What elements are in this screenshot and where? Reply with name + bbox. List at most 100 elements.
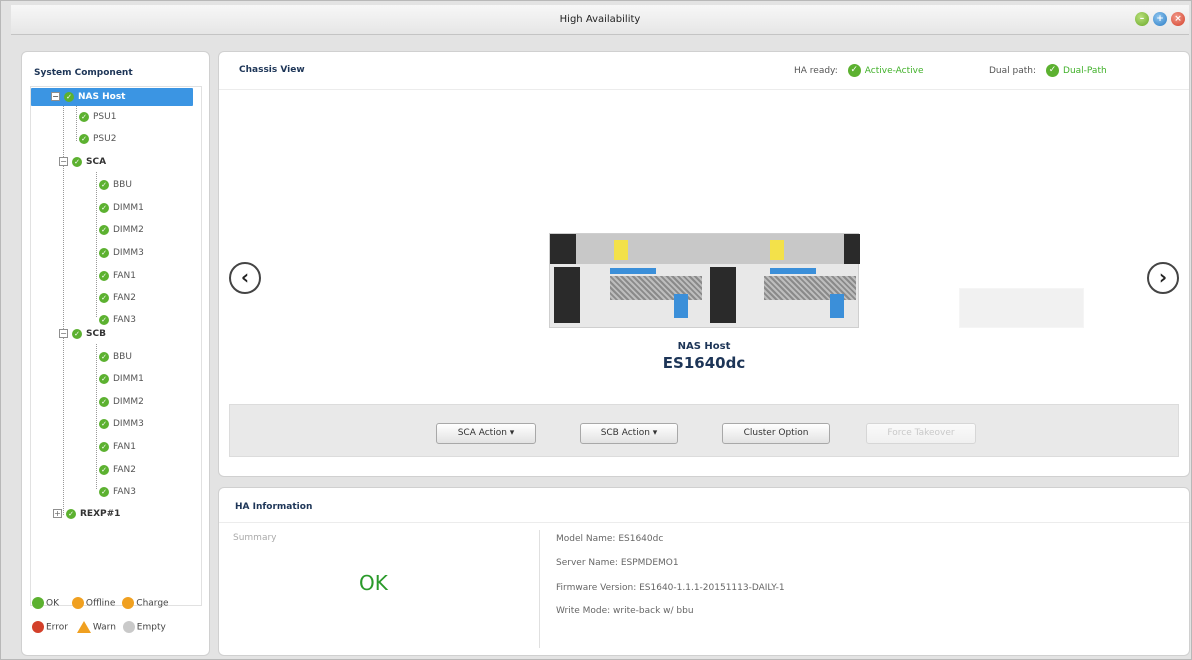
device-part	[674, 294, 688, 318]
collapse-icon[interactable]: −	[51, 92, 60, 101]
device-part	[614, 240, 628, 260]
tree-node-nas-host[interactable]: − ✓ NAS Host	[31, 88, 193, 106]
device-part	[830, 294, 844, 318]
tree-node-sca-fan2[interactable]: ✓ FAN2	[99, 289, 136, 307]
ok-status-icon: ✓	[847, 64, 861, 77]
tree-node-scb-dimm1[interactable]: ✓ DIMM1	[99, 370, 144, 388]
next-device-preview[interactable]	[959, 288, 1084, 328]
tree-node-label: DIMM3	[113, 248, 144, 258]
write-mode: Write Mode: write-back w/ bbu	[556, 606, 694, 616]
firmware-version: Firmware Version: ES1640-1.1.1-20151113-…	[556, 583, 785, 593]
collapse-icon[interactable]: −	[59, 329, 68, 338]
ok-legend-icon	[32, 597, 44, 609]
tree-node-label: SCB	[86, 329, 106, 339]
tree-node-psu2[interactable]: ✓ PSU2	[79, 130, 116, 148]
cluster-option-button[interactable]: Cluster Option	[722, 423, 830, 444]
tree-node-sca-dimm3[interactable]: ✓ DIMM3	[99, 244, 144, 262]
tree-node-scb-fan1[interactable]: ✓ FAN1	[99, 438, 136, 456]
tree-node-scb-dimm2[interactable]: ✓ DIMM2	[99, 393, 144, 411]
ok-status-icon: ✓	[1046, 64, 1060, 77]
next-arrow-icon[interactable]: ›	[1147, 262, 1179, 294]
legend-label: Warn	[92, 622, 116, 633]
tree-node-label: SCA	[86, 157, 107, 167]
tree-node-sca-dimm1[interactable]: ✓ DIMM1	[99, 199, 144, 217]
tree-node-label: DIMM3	[113, 419, 144, 429]
ha-ready-value: Active-Active	[864, 66, 924, 76]
tree-node-label: FAN1	[113, 271, 136, 281]
tree-node-label: BBU	[113, 352, 132, 362]
tree-node-sca-dimm2[interactable]: ✓ DIMM2	[99, 221, 144, 239]
tree-node-sca-fan1[interactable]: ✓ FAN1	[99, 267, 136, 285]
app-window: High Availability – + × System Component…	[0, 0, 1192, 660]
summary-label: Summary	[233, 533, 277, 543]
tree-node-scb-fan2[interactable]: ✓ FAN2	[99, 461, 136, 479]
device-part	[770, 240, 784, 260]
server-name: Server Name: ESPMDEMO1	[556, 558, 679, 568]
maximize-icon[interactable]: +	[1153, 12, 1167, 26]
title-bar: High Availability – + ×	[11, 5, 1189, 35]
legend-label: Offline	[85, 598, 116, 609]
ok-status-icon: ✓	[99, 373, 109, 384]
close-icon[interactable]: ×	[1171, 12, 1185, 26]
ok-status-icon: ✓	[99, 464, 109, 475]
ok-status-icon: ✓	[99, 247, 109, 258]
tree-node-label: DIMM1	[113, 374, 144, 384]
model-name: Model Name: ES1640dc	[556, 534, 664, 544]
device-part	[710, 267, 736, 323]
ok-status-icon: ✓	[99, 224, 109, 235]
collapse-icon[interactable]: −	[59, 157, 68, 166]
ok-status-icon: ✓	[79, 133, 89, 144]
ha-information-title: HA Information	[235, 502, 313, 512]
ok-status-icon: ✓	[99, 441, 109, 452]
tree-node-label: FAN3	[113, 315, 136, 325]
tree-node-label: NAS Host	[78, 92, 126, 102]
ok-status-icon: ✓	[99, 314, 109, 325]
tree-node-scb-fan3[interactable]: ✓ FAN3	[99, 483, 136, 501]
tree-node-label: PSU1	[93, 112, 117, 122]
component-tree: − ✓ NAS Host ✓ PSU1 ✓ PSU2 − ✓ SCA ✓ BBU ✓ DIMM1…	[30, 86, 202, 606]
device-part	[610, 268, 656, 274]
ok-status-icon: ✓	[99, 396, 109, 407]
legend-row: Error Warn Empty	[32, 621, 166, 633]
tree-node-label: BBU	[113, 180, 132, 190]
ok-status-icon: ✓	[99, 202, 109, 213]
tree-node-sca[interactable]: − ✓ SCA	[59, 153, 106, 171]
dual-path-status: Dual path: ✓ Dual-Path	[989, 64, 1107, 77]
device-part	[554, 267, 580, 323]
previous-arrow-icon[interactable]: ‹	[229, 262, 261, 294]
tree-node-scb[interactable]: − ✓ SCB	[59, 325, 106, 343]
force-takeover-button[interactable]: Force Takeover	[866, 423, 976, 444]
tree-node-rexp1[interactable]: + ✓ REXP#1	[53, 505, 120, 523]
charge-legend-icon	[122, 597, 135, 609]
tree-node-label: DIMM2	[113, 225, 144, 235]
tree-node-scb-dimm3[interactable]: ✓ DIMM3	[99, 415, 144, 433]
action-bar: SCA Action ▾ SCB Action ▾ Cluster Option…	[229, 404, 1179, 457]
nas-host-device-image[interactable]	[549, 233, 860, 328]
ha-ready-label: HA ready:	[794, 66, 838, 76]
ok-status-icon: ✓	[72, 156, 82, 167]
tree-node-label: PSU2	[93, 134, 117, 144]
expand-icon[interactable]: +	[53, 509, 62, 518]
warn-legend-icon	[76, 621, 91, 633]
legend-label: Charge	[136, 598, 169, 609]
tree-branch-line	[76, 105, 77, 141]
sca-action-button[interactable]: SCA Action ▾	[436, 423, 536, 444]
scb-action-button[interactable]: SCB Action ▾	[580, 423, 678, 444]
ok-status-icon: ✓	[79, 111, 89, 122]
ok-status-icon: ✓	[72, 328, 82, 339]
ha-ready-status: HA ready: ✓ Active-Active	[794, 64, 924, 77]
chassis-view-title: Chassis View	[239, 65, 305, 75]
tree-node-psu1[interactable]: ✓ PSU1	[79, 108, 116, 126]
tree-node-sca-bbu[interactable]: ✓ BBU	[99, 176, 132, 194]
minimize-icon[interactable]: –	[1135, 12, 1149, 26]
device-top-strip	[550, 234, 858, 264]
tree-node-label: FAN2	[113, 465, 136, 475]
legend-label: Error	[46, 622, 68, 633]
error-legend-icon	[32, 621, 44, 633]
legend-row: OK Offline Charge	[32, 597, 169, 609]
tree-node-label: DIMM2	[113, 397, 144, 407]
system-component-heading: System Component	[34, 68, 133, 78]
ok-status-icon: ✓	[99, 418, 109, 429]
tree-node-scb-bbu[interactable]: ✓ BBU	[99, 348, 132, 366]
ok-status-icon: ✓	[66, 508, 76, 519]
